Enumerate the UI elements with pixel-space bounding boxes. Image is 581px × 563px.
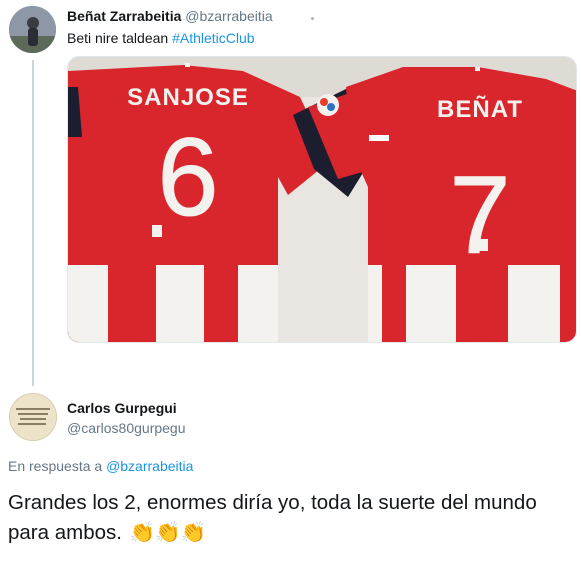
reply-to-handle-link[interactable]: @bzarrabeitia — [106, 458, 193, 474]
reply-tweet-text: Grandes los 2, enormes diría yo, toda la… — [8, 488, 568, 548]
clapping-hands-emoji: 👏👏👏 — [129, 521, 207, 544]
document-photo-icon — [10, 394, 56, 440]
author-name[interactable]: Beñat Zarrabeitia — [67, 8, 181, 24]
author-handle[interactable]: @bzarrabeitia — [185, 8, 272, 24]
hashtag-link[interactable]: #AthleticClub — [172, 30, 255, 46]
reply-avatar[interactable] — [9, 393, 57, 441]
avatar[interactable] — [9, 6, 56, 53]
left-jersey-number: 6 — [157, 116, 218, 239]
thread-connector-line — [32, 60, 34, 386]
left-jersey-name: SANJOSE — [127, 84, 249, 111]
reply-author-handle[interactable]: @carlos80gurpegu — [67, 420, 186, 436]
tweet-text-prefix: Beti nire taldean — [67, 30, 173, 46]
tweet-photo[interactable]: SANJOSE 6 BEÑAT 7 — [67, 56, 577, 343]
reply-context-label: En respuesta a — [8, 458, 107, 474]
tweet-text: Beti nire taldean #AthleticClub — [67, 30, 255, 46]
right-jersey-number: 7 — [449, 154, 510, 277]
person-photo-icon — [9, 6, 56, 53]
reply-author-name[interactable]: Carlos Gurpegui — [67, 400, 177, 416]
separator-dot — [311, 17, 314, 20]
right-jersey-name: BEÑAT — [437, 95, 523, 123]
reply-text-body: Grandes los 2, enormes diría yo, toda la… — [8, 491, 537, 544]
reply-context: En respuesta a @bzarrabeitia — [8, 458, 193, 474]
